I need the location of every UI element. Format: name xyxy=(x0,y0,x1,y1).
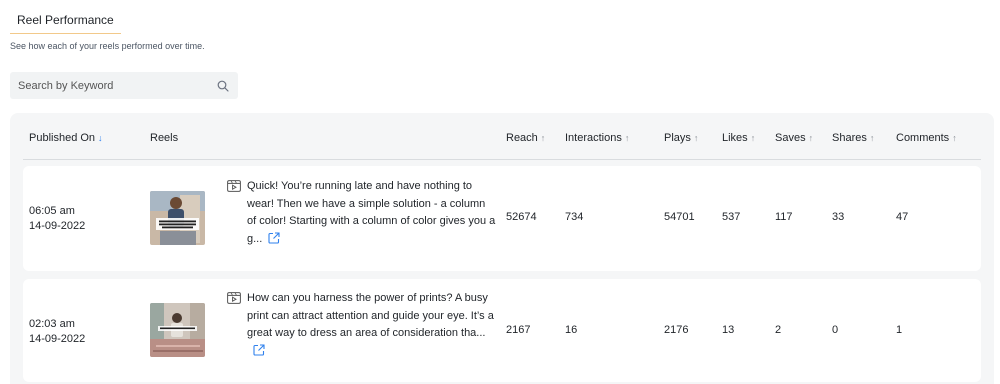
tab-reel-performance[interactable]: Reel Performance xyxy=(10,8,121,34)
published-time: 06:05 am xyxy=(29,205,75,217)
reach-value: 52674 xyxy=(506,211,537,223)
likes-value: 537 xyxy=(722,211,741,223)
published-date-cell: 02:03 am 14-09-2022 xyxy=(29,317,85,347)
table-row: 02:03 am 14-09-2022 How can you harness … xyxy=(23,279,981,382)
column-likes[interactable]: Likes ↑ xyxy=(722,132,755,144)
sort-arrow-icon: ↑ xyxy=(869,133,875,143)
saves-value: 2 xyxy=(775,324,782,336)
published-date: 14-09-2022 xyxy=(29,333,86,345)
column-published-on[interactable]: Published On ↓ xyxy=(29,132,103,144)
reel-caption: How can you harness the power of prints?… xyxy=(247,292,494,339)
search-icon[interactable] xyxy=(216,79,230,93)
reel-caption-cell: Quick! You’re running late and have noth… xyxy=(247,178,497,248)
reel-thumbnail[interactable] xyxy=(150,303,205,357)
table-header: Published On ↓ Reels Reach ↑ Interactions ↑… xyxy=(23,113,981,160)
column-reach[interactable]: Reach ↑ xyxy=(506,132,545,144)
reel-icon xyxy=(227,180,241,192)
column-label: Shares xyxy=(832,132,867,144)
column-label: Likes xyxy=(722,132,748,144)
column-saves[interactable]: Saves ↑ xyxy=(775,132,813,144)
tab-active-underline xyxy=(10,33,121,34)
column-interactions[interactable]: Interactions ↑ xyxy=(565,132,629,144)
reel-caption: Quick! You’re running late and have noth… xyxy=(247,180,496,245)
column-label: Plays xyxy=(664,132,691,144)
column-label: Reels xyxy=(150,132,179,144)
reel-thumbnail[interactable] xyxy=(150,191,205,245)
reel-caption-cell: How can you harness the power of prints?… xyxy=(247,290,497,360)
shares-value: 0 xyxy=(832,324,839,336)
sort-arrow-icon: ↑ xyxy=(952,133,957,143)
page-subtitle: See how each of your reels performed ove… xyxy=(10,41,205,51)
external-link-icon[interactable] xyxy=(253,343,265,356)
column-label: Saves xyxy=(775,132,806,144)
sort-desc-icon: ↓ xyxy=(98,133,103,143)
table-row: 06:05 am 14-09-2022 Quick! You’re runnin… xyxy=(23,166,981,271)
column-label: Published On xyxy=(29,132,96,144)
likes-value: 13 xyxy=(722,324,735,336)
published-time: 02:03 am xyxy=(29,318,75,330)
saves-value: 117 xyxy=(775,211,793,223)
search-input[interactable] xyxy=(18,79,216,92)
reels-table: Published On ↓ Reels Reach ↑ Interactions ↑… xyxy=(10,113,994,384)
shares-value: 33 xyxy=(832,211,845,223)
sort-arrow-icon: ↑ xyxy=(693,133,699,143)
sort-arrow-icon: ↑ xyxy=(750,133,756,143)
reel-icon xyxy=(227,292,241,304)
column-label: Reach xyxy=(506,132,538,144)
column-plays[interactable]: Plays ↑ xyxy=(664,132,698,144)
column-comments[interactable]: Comments ↑ xyxy=(896,132,957,144)
search-box[interactable] xyxy=(10,72,238,99)
column-reels: Reels xyxy=(150,132,178,144)
external-link-icon[interactable] xyxy=(268,231,280,244)
interactions-value: 16 xyxy=(565,324,578,336)
column-shares[interactable]: Shares ↑ xyxy=(832,132,874,144)
column-label: Interactions xyxy=(565,132,622,144)
published-date-cell: 06:05 am 14-09-2022 xyxy=(29,204,85,234)
sort-arrow-icon: ↑ xyxy=(808,133,814,143)
plays-value: 54701 xyxy=(664,211,695,223)
interactions-value: 734 xyxy=(565,211,584,223)
reach-value: 2167 xyxy=(506,324,531,336)
column-label: Comments xyxy=(896,132,950,144)
comments-value: 1 xyxy=(896,324,903,336)
sort-arrow-icon: ↑ xyxy=(540,133,546,143)
comments-value: 47 xyxy=(896,211,909,223)
sort-arrow-icon: ↑ xyxy=(624,133,630,143)
tab-label: Reel Performance xyxy=(17,13,114,27)
plays-value: 2176 xyxy=(664,324,689,336)
published-date: 14-09-2022 xyxy=(29,220,86,232)
